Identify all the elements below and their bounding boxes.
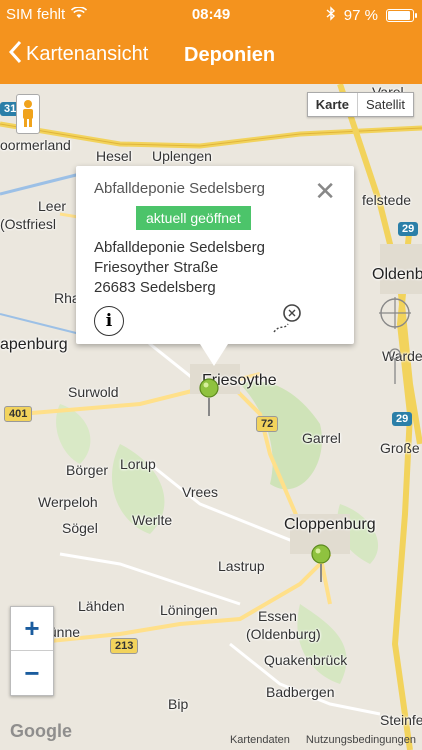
- zoom-slider-icon[interactable]: [388, 346, 402, 386]
- battery-percent: 97 %: [343, 7, 378, 24]
- place-label: Löningen: [160, 602, 218, 618]
- place-label: Werpeloh: [38, 494, 98, 510]
- place-label: Surwold: [68, 384, 119, 400]
- place-label: Leer: [38, 198, 67, 214]
- place-label: Börger: [66, 462, 109, 478]
- road-shield: 72: [256, 416, 279, 432]
- close-icon[interactable]: ✕: [314, 178, 336, 204]
- place-label: Steinfe: [380, 712, 422, 728]
- route-icon[interactable]: [270, 302, 306, 341]
- address-line: Abfalldeponie Sedelsberg: [94, 239, 265, 256]
- place-label: Hesel: [96, 148, 132, 164]
- place-label: Oldenb: [372, 266, 422, 283]
- place-label: oormerland: [0, 137, 71, 153]
- zoom-in-button[interactable]: +: [11, 607, 53, 651]
- pegman-icon: [23, 100, 33, 127]
- place-label: apenburg: [0, 336, 68, 353]
- info-window: Abfalldeponie Sedelsberg ✕ aktuell geöff…: [76, 166, 354, 366]
- address-block: Abfalldeponie Sedelsberg Friesoyther Str…: [94, 238, 265, 298]
- map-marker-pin[interactable]: [310, 544, 332, 589]
- place-label: Cloppenburg: [284, 516, 376, 533]
- address-line: Friesoyther Straße: [94, 259, 219, 276]
- status-badge: aktuell geöffnet: [136, 206, 251, 230]
- back-label: Kartenansicht: [26, 43, 149, 65]
- place-label: Vrees: [182, 484, 219, 500]
- place-label: Lastrup: [218, 558, 265, 574]
- bluetooth-icon: [326, 6, 336, 25]
- place-label: Badbergen: [266, 684, 335, 700]
- map-type-satellite[interactable]: Satellit: [358, 93, 413, 116]
- map-footer: Kartendaten Nutzungsbedingungen: [230, 734, 416, 746]
- place-label: Lähden: [78, 598, 125, 614]
- info-window-title: Abfalldeponie Sedelsberg: [94, 180, 265, 197]
- place-label: (Ostfriesl: [0, 216, 56, 232]
- place-label: Große: [380, 440, 420, 456]
- address-line: 26683 Sedelsberg: [94, 279, 216, 296]
- battery-icon: [386, 9, 417, 22]
- status-right: 97 %: [326, 6, 417, 25]
- place-label: Sögel: [62, 520, 98, 536]
- place-label: Uplengen: [152, 148, 212, 164]
- street-view-pegman[interactable]: [16, 94, 40, 134]
- zoom-out-button[interactable]: −: [11, 651, 53, 695]
- road-shield: 29: [398, 222, 419, 236]
- road-shield: 401: [4, 406, 33, 422]
- place-label: Garrel: [302, 430, 341, 446]
- chevron-left-icon: [8, 40, 22, 69]
- terms-link[interactable]: Nutzungsbedingungen: [306, 734, 416, 746]
- google-logo: Google: [10, 721, 72, 741]
- place-label: Werlte: [132, 512, 173, 528]
- place-label: Essen: [258, 608, 297, 624]
- compass-icon[interactable]: [378, 296, 412, 330]
- place-label: Lorup: [120, 456, 156, 472]
- back-button[interactable]: Kartenansicht: [8, 40, 148, 69]
- place-label: Quakenbrück: [264, 652, 348, 668]
- map-type-switcher: Karte Satellit: [306, 92, 414, 117]
- map-view[interactable]: oormerland Hesel Uplengen Leer (Ostfries…: [0, 84, 422, 750]
- road-shield: 213: [110, 638, 139, 654]
- info-icon[interactable]: i: [94, 306, 124, 336]
- place-label: felstede: [362, 192, 412, 208]
- road-shield: 29: [392, 412, 413, 426]
- page-title: Deponien: [184, 44, 276, 66]
- map-marker-pin[interactable]: [198, 378, 220, 423]
- nav-bar: Kartenansicht Deponien: [0, 30, 422, 84]
- status-bar: SIM fehlt 08:49 97 %: [0, 0, 422, 30]
- battery-fill: [388, 11, 411, 20]
- map-type-map[interactable]: Karte: [308, 93, 358, 116]
- place-label: (Oldenburg): [246, 626, 321, 642]
- place-label: Bip: [168, 696, 189, 712]
- zoom-control: + −: [10, 606, 54, 696]
- map-data-link[interactable]: Kartendaten: [230, 734, 290, 746]
